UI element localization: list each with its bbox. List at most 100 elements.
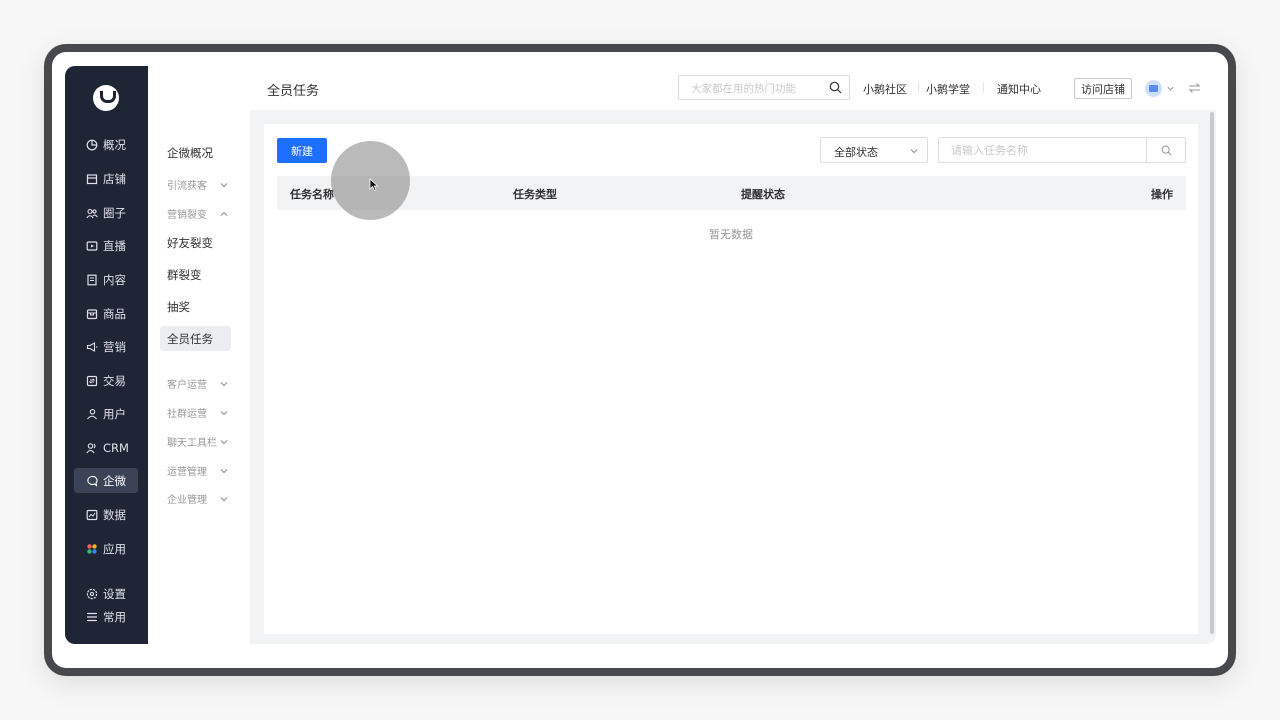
subnav-group-customer[interactable]: 客户运营 [160,371,231,396]
visit-store-button[interactable]: 访问店铺 [1074,78,1132,99]
table-header: 任务名称 任务类型 提醒状态 操作 [277,176,1186,210]
sidebar-item-label: 数据 [103,507,126,522]
wecom-icon [87,475,98,487]
sidebar-item-marketing[interactable]: 营销 [74,334,138,359]
chevron-down-icon [910,149,918,154]
sidebar-item-overview[interactable]: 概况 [74,132,138,157]
subnav-group-label: 引流获客 [167,181,207,192]
sidebar-item-label: 营销 [103,339,126,354]
subnav-group-label: 运营管理 [167,467,207,478]
sidebar-item-label: 交易 [103,373,126,388]
column-header-task-name: 任务名称 [290,188,334,201]
trade-icon [86,375,98,386]
subnav-item-label: 抽奖 [167,299,190,314]
column-header-task-type: 任务类型 [513,188,557,201]
store-icon [86,173,98,184]
status-select[interactable]: 全部状态 [820,137,928,163]
search-icon[interactable] [829,81,842,94]
chevron-down-icon [220,468,228,473]
subnav-group-label: 社群运营 [167,409,207,420]
sidebar-item-circle[interactable]: 圈子 [74,200,138,225]
document-icon [87,274,97,285]
mouse-cursor-icon [369,178,379,192]
divider [983,82,984,93]
top-bar: 全员任务 大家都在用的热门功能 小鹅社区 小鹅学堂 通知中心 访问店铺 [250,66,1216,110]
chevron-up-icon [220,211,228,216]
crm-icon [86,442,96,453]
chevron-down-icon [220,381,228,386]
gear-icon [86,588,98,599]
page-title: 全员任务 [267,84,320,99]
status-select-value: 全部状态 [834,146,878,159]
app-window: 概况 店铺 圈子 直播 内容 商品 营销 交易 用户 CRM 企微 数据 应用 … [65,66,1216,644]
sidebar-item-label: 用户 [103,406,126,421]
data-icon [86,509,98,520]
sidebar-item-label: 设置 [103,586,126,601]
chevron-down-icon[interactable] [1166,84,1175,93]
sidebar-item-settings[interactable]: 设置 [74,581,138,606]
subnav-group-label: 企业管理 [167,495,207,506]
link-notifications[interactable]: 通知中心 [997,81,1041,97]
sidebar-item-label: 概况 [103,137,126,152]
subnav-item-label: 好友裂变 [167,235,213,250]
pie-chart-icon [86,139,98,150]
subnav-group-enterprise[interactable]: 企业管理 [160,486,231,511]
new-task-button[interactable]: 新建 [277,138,327,163]
task-search-button[interactable] [1146,138,1185,162]
subnav-group-label: 聊天工具栏 [167,438,217,449]
divider [918,82,919,93]
subnav-item-label: 群裂变 [167,267,202,282]
subnav-item-group-fission[interactable]: 群裂变 [160,262,231,287]
megaphone-icon [86,341,98,352]
sidebar-item-live[interactable]: 直播 [74,233,138,258]
global-search-input[interactable]: 大家都在用的热门功能 [678,75,850,100]
column-header-actions: 操作 [1151,188,1173,201]
chevron-down-icon [220,496,228,501]
sidebar-item-label: 内容 [103,272,126,287]
subnav-item-all-staff-task[interactable]: 全员任务 [160,326,231,351]
subnav-group-fission[interactable]: 营销裂变 [160,201,231,226]
subnav-item-label: 企微概况 [167,145,213,160]
avatar[interactable] [1145,80,1162,97]
sidebar-item-data[interactable]: 数据 [74,502,138,527]
screen: 概况 店铺 圈子 直播 内容 商品 营销 交易 用户 CRM 企微 数据 应用 … [52,52,1228,668]
sidebar-item-label: CRM [103,440,129,455]
link-academy[interactable]: 小鹅学堂 [926,81,970,97]
subnav-group-label: 客户运营 [167,380,207,391]
people-icon [86,208,98,218]
sidebar-item-label: 直播 [103,238,126,253]
empty-state: 暂无数据 [709,228,753,241]
sidebar-item-store[interactable]: 店铺 [74,166,138,191]
subnav-group-community[interactable]: 社群运营 [160,400,231,425]
link-community[interactable]: 小鹅社区 [863,81,907,97]
subnav-item-lottery[interactable]: 抽奖 [160,294,231,319]
sidebar-item-trade[interactable]: 交易 [74,368,138,393]
sidebar-item-label: 商品 [103,306,126,321]
apps-icon [87,543,97,554]
subnav-group-operations[interactable]: 运营管理 [160,458,231,483]
search-icon [1161,145,1172,156]
switch-arrows-icon[interactable] [1188,82,1201,94]
sidebar-item-user[interactable]: 用户 [74,401,138,426]
secondary-sidebar: 企微概况 引流获客 营销裂变 好友裂变 群裂变 抽奖 全员任务 客户运营 社群运… [148,66,250,644]
scrollbar[interactable] [1210,112,1214,634]
subnav-group-chat-toolbar[interactable]: 聊天工具栏 [160,429,231,454]
sidebar-item-apps[interactable]: 应用 [74,536,138,561]
subnav-item-overview[interactable]: 企微概况 [160,140,231,165]
task-search-box [938,137,1186,163]
user-icon [87,408,97,419]
app-logo-icon[interactable] [93,85,119,111]
sidebar-item-label: 企微 [103,473,126,488]
sidebar-item-content[interactable]: 内容 [74,267,138,292]
list-icon [87,612,97,621]
sidebar-item-common[interactable]: 常用 [74,604,138,629]
subnav-group-lead[interactable]: 引流获客 [160,172,231,197]
sidebar-item-label: 店铺 [103,171,126,186]
sidebar-item-label: 常用 [103,609,126,624]
subnav-item-friend-fission[interactable]: 好友裂变 [160,230,231,255]
sidebar-item-goods[interactable]: 商品 [74,301,138,326]
sidebar-item-label: 应用 [103,541,126,556]
task-name-search-input[interactable] [939,138,1147,162]
sidebar-item-wecom[interactable]: 企微 [74,468,138,493]
sidebar-item-crm[interactable]: CRM [74,435,138,460]
